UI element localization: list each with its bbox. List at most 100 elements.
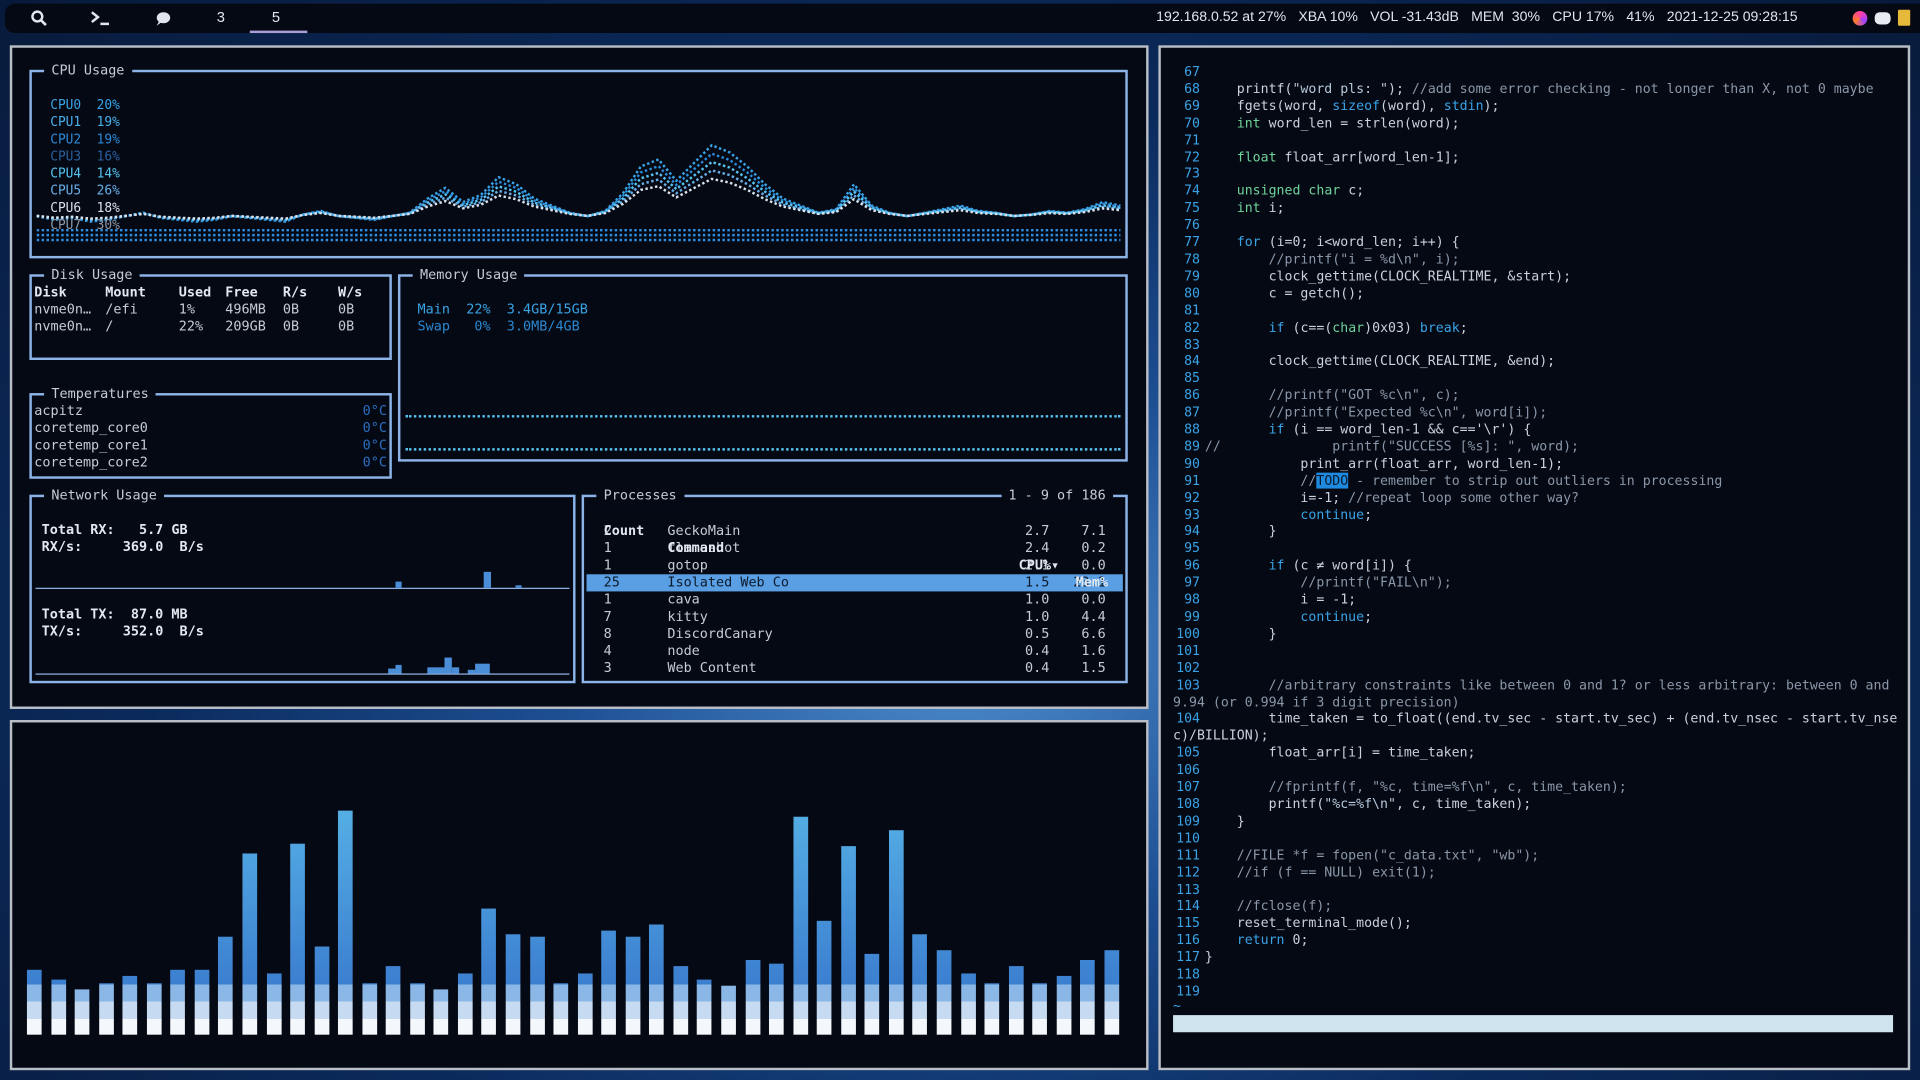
code-line[interactable]: 109 } [1173,813,1902,830]
cpu-core-value: 19% [96,132,120,147]
code-line[interactable]: 98 i = -1; [1173,592,1902,609]
code-line[interactable]: 95 [1173,540,1902,557]
code-line[interactable]: 86 //printf("GOT %c\n", c); [1173,387,1902,404]
disk-col-header[interactable]: Disk [34,284,66,301]
code-line[interactable]: 100 } [1173,626,1902,643]
code-line[interactable]: 90 print_arr(float_arr, word_len-1); [1173,455,1902,472]
code-line[interactable]: 97 //printf("FAIL\n"); [1173,575,1902,592]
code-line[interactable]: 117} [1173,949,1902,966]
code-line[interactable]: 94 } [1173,523,1902,540]
cpu-core-value: 14% [96,166,120,182]
cpu-core-label: CPU7 30% [50,217,120,234]
code-line[interactable]: 119 [1173,983,1902,1000]
code-line[interactable]: 82 if (c==(char)0x03) break; [1173,319,1902,336]
visualizer-bar [697,979,712,1035]
code-line[interactable]: 84 clock_gettime(CLOCK_REALTIME, &end); [1173,353,1902,370]
code-line[interactable]: 79 clock_gettime(CLOCK_REALTIME, &start)… [1173,268,1902,285]
code-line[interactable]: 101 [1173,643,1902,660]
process-row[interactable]: 7 kitty 1.0 4.4 [587,609,1123,626]
code-line[interactable]: 110 [1173,830,1902,847]
clipboard-icon[interactable] [1897,9,1911,26]
line-number: 79 [1184,268,1201,284]
code-line[interactable]: 73 [1173,166,1902,183]
code-line[interactable]: 80 c = getch(); [1173,285,1902,302]
color-circle-icon[interactable] [1852,10,1868,26]
code-line[interactable]: 81 [1173,302,1902,319]
code-line[interactable]: 116 return 0; [1173,932,1902,949]
code-line[interactable]: 118 [1173,966,1902,983]
disk-col-header[interactable]: Used [179,284,211,301]
disk-col-header[interactable]: Mount [105,284,146,301]
code-line[interactable]: 115 reset_terminal_mode(); [1173,915,1902,932]
code-line[interactable]: 105 float_arr[i] = time_taken; [1173,745,1902,762]
process-row[interactable]: 25Isolated Web Co1.523.1 [586,574,1123,592]
col-command[interactable]: Command [667,540,724,557]
workspace-3[interactable]: 3 [217,9,225,26]
code-line[interactable]: 87 //printf("Expected %c\n", word[i]); [1173,404,1902,421]
code-line[interactable]: 76 [1173,217,1902,234]
code-line[interactable]: 99 continue; [1173,609,1902,626]
line-number: 95 [1184,540,1201,557]
code-line[interactable]: 85 [1173,370,1902,387]
line-number: 94 [1184,523,1201,540]
visualizer-bar [553,983,569,1035]
code-line[interactable]: 91 //TODO - remember to strip out outlie… [1173,472,1902,489]
discord-icon[interactable] [1874,11,1891,24]
chat-icon[interactable] [151,9,175,29]
visualizer-bar [816,920,832,1035]
process-command: node [667,642,700,659]
tx-spark-bar [444,657,452,674]
code-line[interactable]: 112 //if (f == NULL) exit(1); [1173,864,1902,881]
process-row[interactable]: 1 cava 1.0 0.0 [587,591,1123,608]
disk-col-header[interactable]: W/s [338,284,362,301]
rx-spark-bar [483,571,492,588]
cpu-core-label: CPU0 20% [50,97,120,114]
disk-col-header[interactable]: Free [225,284,257,301]
code-line[interactable]: 113 [1173,881,1902,898]
panel-title: Memory Usage [412,266,525,285]
code-line[interactable]: 114 //fclose(f); [1173,898,1902,915]
process-cpu: 1.0 [1025,591,1050,608]
code-line[interactable]: 68 printf("word pls: "); //add some erro… [1173,81,1902,98]
rx-sparkline-axis [35,587,570,589]
code-line[interactable]: 89// printf("SUCCESS [%s]: ", word); [1173,438,1902,455]
code-line[interactable]: 69 fgets(word, sizeof(word), stdin); [1173,98,1902,115]
code-line[interactable]: 111 //FILE *f = fopen("c_data.txt", "wb"… [1173,847,1902,864]
code-line[interactable]: 67 [1173,64,1902,81]
code-line[interactable]: 74 unsigned char c; [1173,183,1902,200]
line-number: 81 [1184,302,1201,318]
code-line[interactable]: 107 //fprintf(f, "%c, time=%f\n", c, tim… [1173,779,1902,796]
code-line[interactable]: 71 [1173,132,1902,149]
col-mem[interactable]: Mem% [1076,574,1108,591]
col-count[interactable]: Count [604,523,645,540]
code-line[interactable]: 78 //printf("i = %d\n", i); [1173,251,1902,268]
disk-col-header[interactable]: R/s [283,284,307,301]
code-line[interactable]: 77 for (i=0; i<word_len; i++) { [1173,234,1902,251]
code-line[interactable]: 106 [1173,762,1902,779]
code-line[interactable]: 93 continue; [1173,506,1902,523]
code-line[interactable]: 103 //arbitrary constraints like between… [1173,677,1902,711]
line-text: //TODO - remember to strip out outliers … [1300,472,1723,489]
terminal-icon[interactable] [88,9,112,29]
code-editor[interactable]: 67 68 printf("word pls: "); //add some er… [1173,64,1902,1001]
process-count: 1 [603,591,612,608]
code-line[interactable]: 108 printf("%c=%f\n", c, time_taken); [1173,796,1902,813]
code-line[interactable]: 75 int i; [1173,200,1902,217]
col-cpu[interactable]: CPU%▾ [1019,557,1060,574]
process-row[interactable]: 3 Web Content 0.4 1.5 [587,660,1123,677]
code-line[interactable]: 92 i=-1; //repeat loop some other way? [1173,489,1902,506]
code-line[interactable]: 72 float float_arr[word_len-1]; [1173,149,1902,166]
code-line[interactable]: 104 time_taken = to_float((end.tv_sec - … [1173,711,1902,745]
code-line[interactable]: 70 int word_len = strlen(word); [1173,115,1902,132]
code-line[interactable]: 102 [1173,660,1902,677]
search-icon[interactable] [27,9,51,29]
process-row[interactable]: 8 DiscordCanary 0.5 6.6 [587,626,1123,643]
code-line[interactable]: 83 [1173,336,1902,353]
code-line[interactable]: 88 if (i == word_len-1 && c=='\r') { [1173,421,1902,438]
visualizer-bar [362,983,377,1035]
code-line[interactable]: 96 if (c ≠ word[i]) { [1173,557,1902,574]
workspace-5[interactable]: 5 [272,9,280,26]
process-row[interactable]: 4 node 0.4 1.6 [587,643,1123,660]
process-row[interactable]: 2GeckoMain2.77.1 [587,523,1123,540]
memory-main-row: Main 22% 3.4GB/15GB [417,301,588,318]
